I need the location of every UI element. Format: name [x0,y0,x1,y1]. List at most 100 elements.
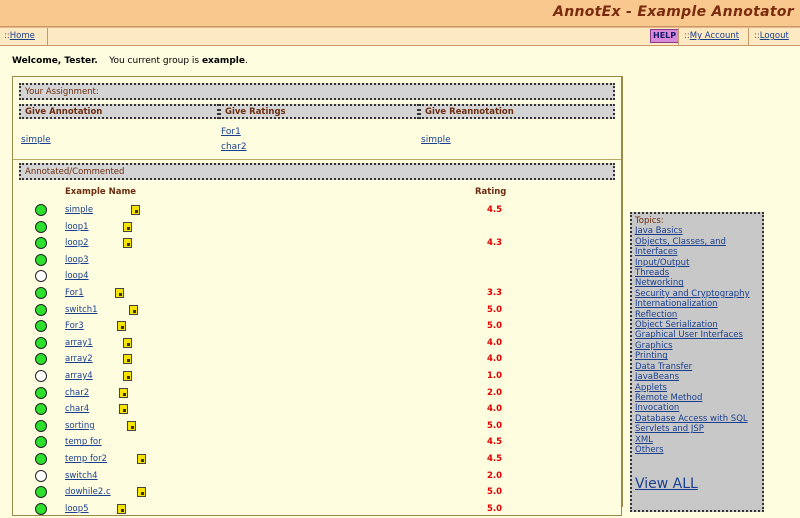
example-link[interactable]: sorting [65,421,95,431]
status-green-icon [35,336,47,349]
topic-link[interactable]: Networking [635,278,759,288]
example-row: temp for 4.5 [35,434,595,451]
my-account-link[interactable]: My Account [690,31,739,41]
nav-my-account: ::My Account [684,31,740,41]
welcome-line: Welcome, Tester. You current group is ex… [12,56,248,66]
annotated-header: Annotated/Commented [19,163,615,180]
example-link[interactable]: dowhile2.c [65,487,111,497]
rating-value: 5.0 [487,321,503,332]
nav-logout: ::Logout [754,31,789,41]
topic-link[interactable]: Objects, Classes, and [635,237,759,247]
status-green-icon [35,403,47,416]
help-button[interactable]: HELP [650,29,680,43]
status-green-icon [35,237,47,250]
topic-link[interactable]: XML [635,435,759,445]
note-icon[interactable] [119,404,128,415]
example-link[interactable]: For3 [65,321,84,331]
note-icon[interactable] [131,205,140,215]
example-row: sorting 5.0 [35,418,595,435]
topic-link[interactable]: Data Transfer [635,362,759,372]
example-link[interactable]: loop4 [65,271,89,281]
topic-link[interactable]: Applets [635,383,759,393]
group-name: example [201,56,245,66]
topic-link[interactable]: Security and Cryptography [635,289,759,299]
rating-value: 4.5 [487,205,503,215]
example-link[interactable]: For1 [65,288,84,298]
nav-home: ::Home [4,31,35,41]
view-all-link[interactable]: View ALL [635,475,759,493]
topic-link[interactable]: Graphics [635,341,759,351]
example-link[interactable]: temp for2 [65,454,107,464]
example-link[interactable]: array2 [65,354,93,364]
example-link[interactable]: loop3 [65,255,89,265]
rating-value: 4.3 [487,238,503,249]
example-link[interactable]: simple [65,205,93,215]
topic-link[interactable]: Interfaces [635,247,759,257]
rating-value: 4.5 [487,454,503,464]
example-row: loop3 [35,252,595,269]
rating-value: 4.0 [487,337,503,348]
assignment-reannotation-link[interactable]: simple [421,135,451,145]
example-link[interactable]: loop2 [65,238,89,248]
example-link[interactable]: switch1 [65,305,98,315]
topic-link[interactable]: Servlets and JSP [635,424,759,434]
topic-link[interactable]: Graphical User Interfaces [635,330,759,340]
note-icon[interactable] [137,454,146,464]
note-icon[interactable] [129,304,138,315]
topic-link[interactable]: Internationalization [635,299,759,309]
topic-link[interactable]: Threads [635,268,759,278]
note-icon[interactable] [123,371,132,381]
assignment-header: Your Assignment: [19,83,615,100]
example-link[interactable]: temp for [65,437,102,447]
assignment-rating-link[interactable]: char2 [221,142,247,152]
status-green-icon [35,220,47,233]
example-link[interactable]: char2 [65,388,89,398]
topic-link[interactable]: Object Serialization [635,320,759,330]
note-icon[interactable] [127,420,136,431]
note-icon[interactable] [115,288,124,298]
topic-link[interactable]: Reflection [635,310,759,320]
note-icon[interactable] [119,387,128,398]
example-link[interactable]: array4 [65,371,93,381]
example-link[interactable]: switch4 [65,471,98,481]
example-link[interactable]: loop5 [65,504,89,514]
note-icon[interactable] [137,487,146,498]
status-green-icon [35,287,47,299]
example-link[interactable]: loop1 [65,222,89,232]
note-icon[interactable] [123,354,132,365]
col-example-name: Example Name [65,187,137,197]
home-link[interactable]: Home [10,31,35,41]
note-icon[interactable] [123,238,132,249]
status-green-icon [35,253,47,266]
example-link[interactable]: array1 [65,338,93,348]
status-empty-icon [35,469,47,482]
example-link[interactable]: char4 [65,404,89,414]
topic-link[interactable]: JavaBeans [635,372,759,382]
topic-link[interactable]: Remote Method [635,393,759,403]
topic-link[interactable]: Others [635,445,759,455]
rating-value: 4.0 [487,404,503,415]
example-row: temp for2 4.5 [35,451,595,468]
topic-list: Java Basics Objects, Classes, and Interfac… [635,226,759,455]
topic-link[interactable]: Input/Output [635,258,759,268]
note-icon[interactable] [117,321,126,332]
example-row: For3 5.0 [35,318,595,335]
col-give-reannotation: Give Reannotation [419,104,615,119]
app-header: AnnotEx - Example Annotator [0,0,800,27]
rating-value: 2.0 [487,470,503,481]
note-icon[interactable] [123,337,132,348]
topic-link[interactable]: Database Access with SQL [635,414,759,424]
assignment-annotation-link[interactable]: simple [21,135,51,145]
example-row: loop4 [35,268,595,285]
note-icon[interactable] [123,221,132,232]
note-icon[interactable] [117,503,126,514]
logout-link[interactable]: Logout [760,31,789,41]
group-prefix: You current group is [109,56,200,66]
topic-link[interactable]: Printing [635,351,759,361]
topic-link[interactable]: Invocation [635,403,759,413]
welcome-greeting: Welcome, Tester. [12,56,98,66]
status-green-icon [35,436,47,449]
assignment-rating-link[interactable]: For1 [221,127,241,137]
example-row: simple 4.5 [35,202,595,219]
topic-link[interactable]: Java Basics [635,226,759,236]
